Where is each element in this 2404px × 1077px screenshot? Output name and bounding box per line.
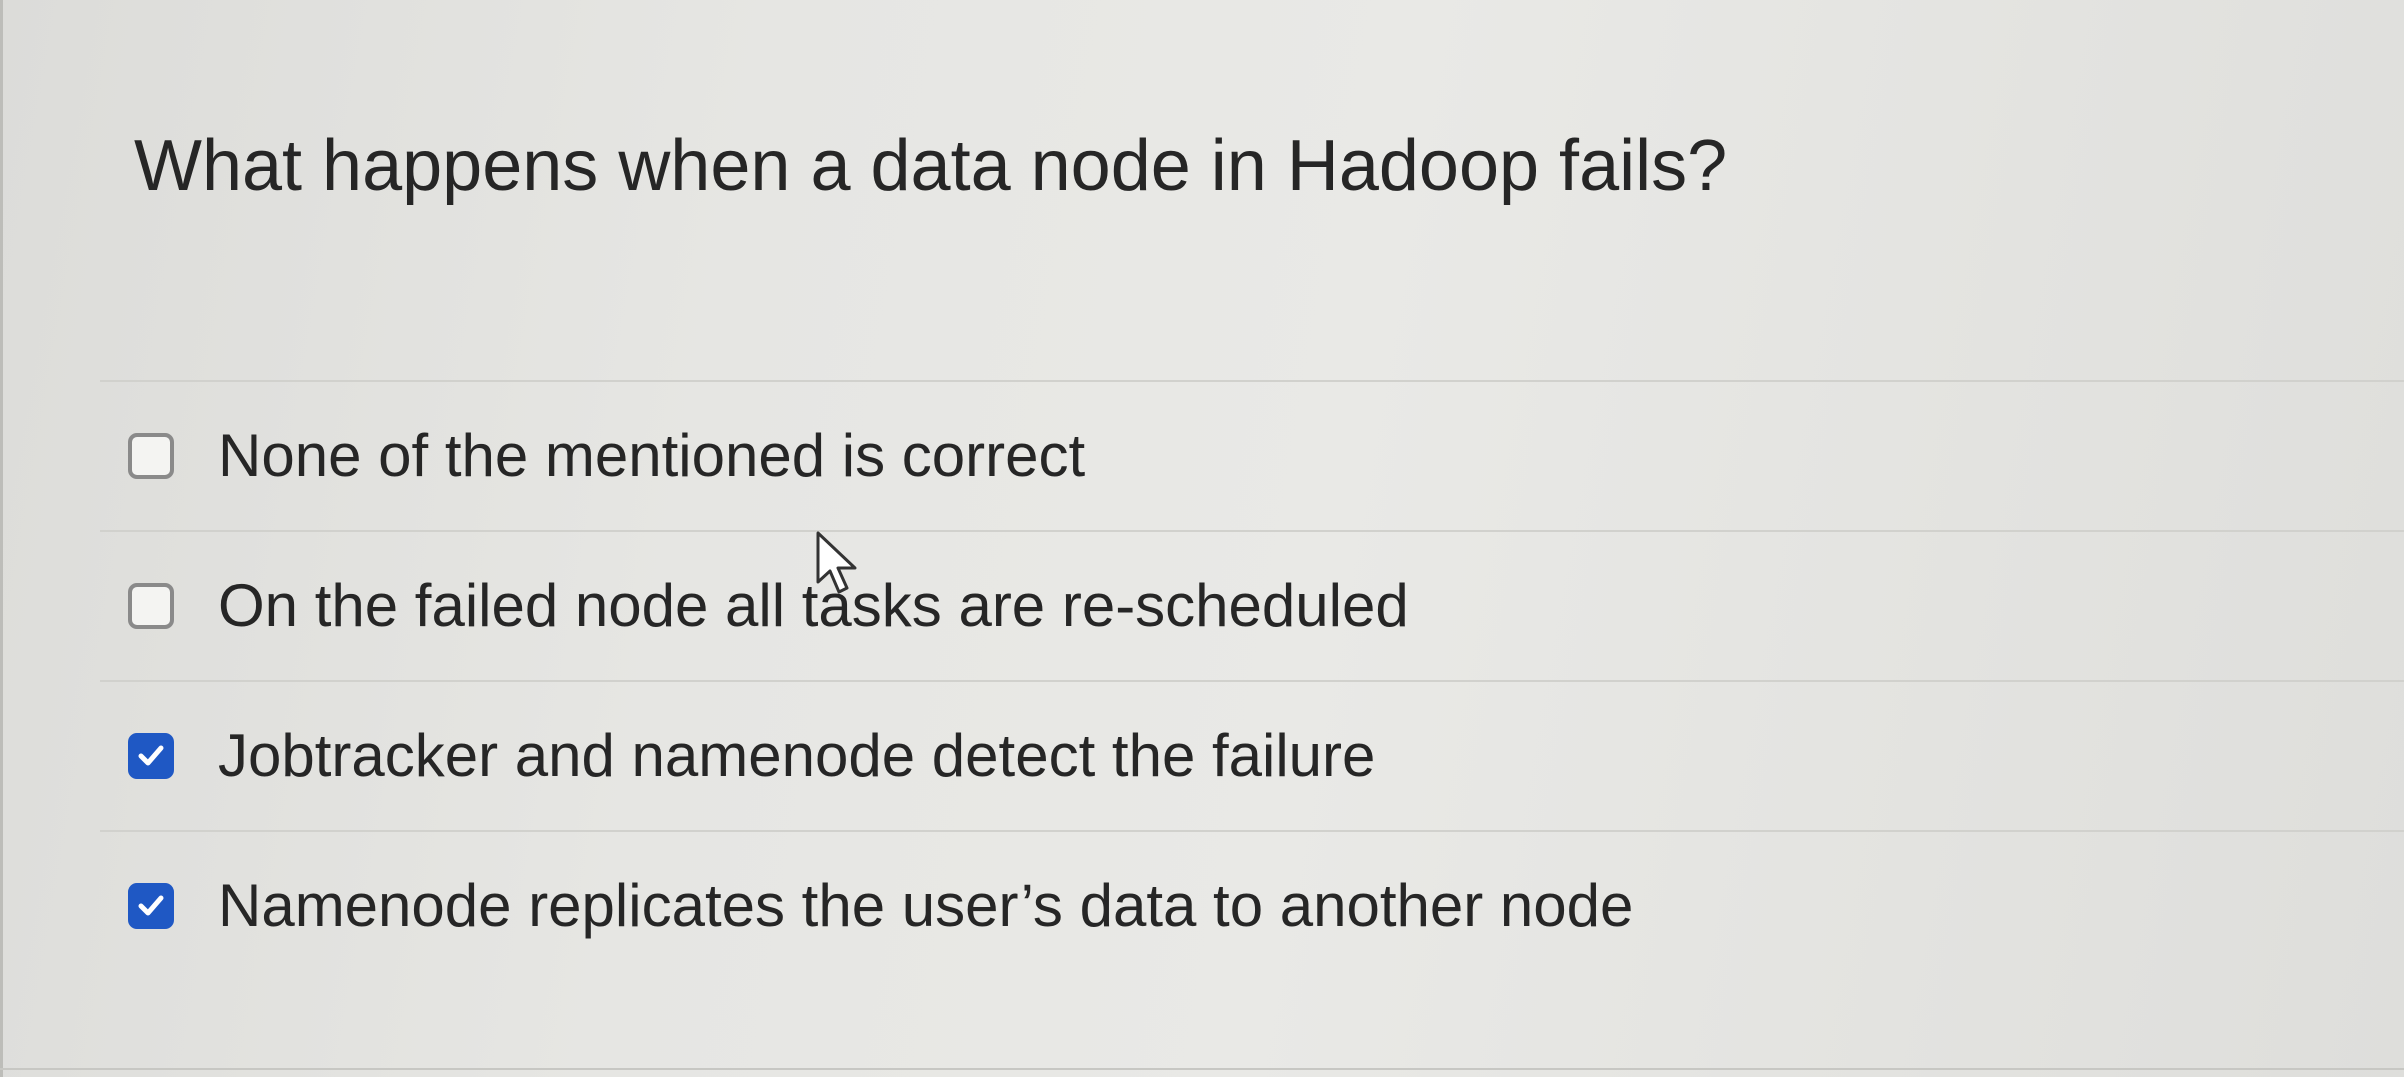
answer-checkbox-2[interactable] <box>128 583 174 629</box>
answer-checkbox-1[interactable] <box>128 433 174 479</box>
quiz-page: What happens when a data node in Hadoop … <box>0 0 2404 1077</box>
answer-checkbox-4[interactable] <box>128 883 174 929</box>
left-border <box>0 0 3 1077</box>
answer-option-4[interactable]: Namenode replicates the user’s data to a… <box>100 832 2404 980</box>
answer-label-4: Namenode replicates the user’s data to a… <box>218 872 1634 939</box>
answer-label-1: None of the mentioned is correct <box>218 422 1086 489</box>
checkmark-icon <box>138 745 164 766</box>
bottom-border <box>0 1068 2404 1070</box>
mouse-pointer-icon <box>816 531 857 594</box>
answer-option-1[interactable]: None of the mentioned is correct <box>100 382 2404 530</box>
answer-option-3[interactable]: Jobtracker and namenode detect the failu… <box>100 682 2404 830</box>
answer-label-2: On the failed node all tasks are re-sche… <box>218 572 1409 639</box>
answer-option-2[interactable]: On the failed node all tasks are re-sche… <box>100 532 2404 680</box>
answer-checkbox-3[interactable] <box>128 733 174 779</box>
answer-list: None of the mentioned is correct On the … <box>100 380 2404 980</box>
answer-label-3: Jobtracker and namenode detect the failu… <box>218 722 1376 789</box>
question-text: What happens when a data node in Hadoop … <box>134 126 1728 206</box>
checkmark-icon <box>138 895 164 916</box>
